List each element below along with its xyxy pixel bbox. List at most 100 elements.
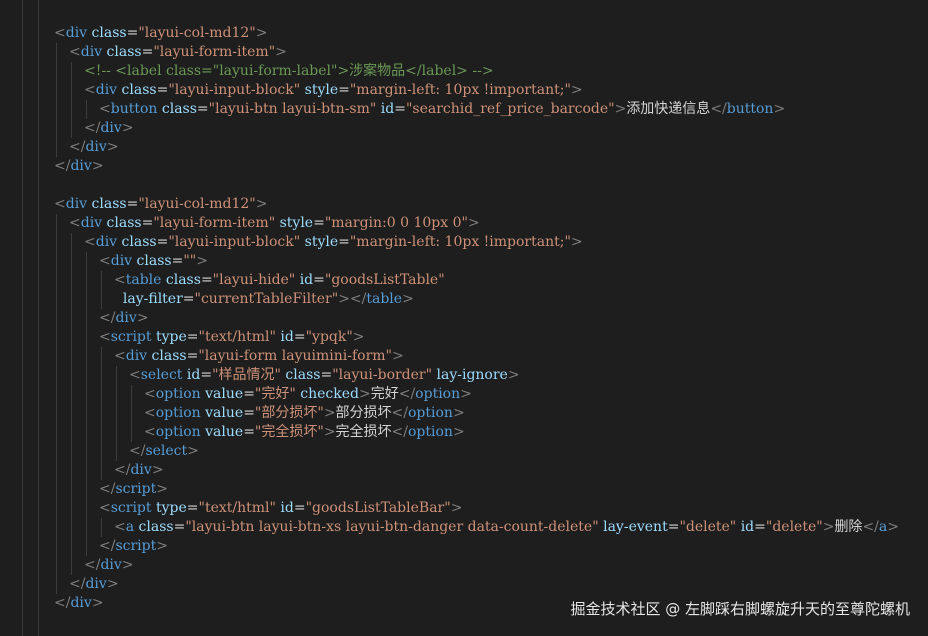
code-line[interactable]: <div class="layui-form-item"> [69, 43, 287, 62]
indent-guide [56, 442, 57, 461]
code-token-punctuation: > [614, 101, 627, 117]
code-line[interactable]: <script type="text/html" id="goodsListTa… [99, 499, 462, 518]
code-line[interactable]: </div> [114, 461, 164, 480]
indent-guide [71, 233, 72, 252]
code-line[interactable]: </div> [99, 309, 149, 328]
code-token-text: = [200, 272, 213, 288]
indent-guide [71, 366, 72, 385]
code-token-tag-name: script [110, 329, 152, 345]
code-line[interactable]: </script> [99, 537, 168, 556]
code-token-punctuation: > [151, 462, 164, 478]
code-token-tag-name: select [145, 443, 188, 459]
code-token-punctuation: > [121, 557, 134, 573]
indent-guide [86, 385, 87, 404]
code-line[interactable]: </select> [129, 442, 199, 461]
code-token-punctuation: > [187, 443, 199, 459]
code-token-punctuation: > [452, 405, 465, 421]
code-token-text: = [173, 519, 186, 535]
code-token-text: 部分损坏 [335, 405, 392, 421]
code-line[interactable]: <!-- <label class="layui-form-label">涉案物… [84, 62, 494, 81]
code-token-attribute-name: id [280, 329, 294, 345]
code-line[interactable]: </div> [54, 157, 104, 176]
code-line[interactable]: </div> [84, 556, 134, 575]
code-token-text: = [186, 329, 199, 345]
code-token-text: = [313, 272, 325, 288]
code-token-text: = [186, 500, 199, 516]
code-token-tag-name: table [366, 291, 403, 307]
code-token-punctuation: </ [54, 158, 71, 174]
indent-guide [101, 271, 102, 290]
indent-guide [86, 480, 87, 499]
code-token-attribute-name: checked [300, 386, 359, 402]
code-token-attribute-value: "layui-btn layui-btn-sm" [208, 101, 377, 117]
code-token-punctuation: < [99, 253, 111, 269]
code-token-attribute-name: style [304, 234, 339, 250]
indent-guide [56, 138, 57, 157]
code-token-punctuation: < [54, 196, 66, 212]
code-line[interactable]: <script type="text/html" id="ypqk"> [99, 328, 365, 347]
code-line[interactable]: <table class="layui-hide" id="goodsListT… [114, 271, 445, 290]
code-line[interactable]: </div> [69, 575, 119, 594]
code-line[interactable]: </div> [69, 138, 119, 157]
code-token-tag-name: div [65, 25, 88, 41]
code-token-punctuation: </ [84, 120, 101, 136]
code-line[interactable]: <div class="layui-form-item" style="marg… [69, 214, 480, 233]
code-token-text: = [196, 101, 209, 117]
indent-guide [71, 499, 72, 518]
code-token-attribute-name: class [285, 367, 321, 383]
code-token-attribute-name: lay-event [603, 519, 668, 535]
code-token-text: = [338, 82, 350, 98]
code-line[interactable]: <div class="layui-input-block" style="ma… [84, 233, 583, 252]
code-token-punctuation: > [323, 424, 336, 440]
code-line[interactable]: <a class="layui-btn layui-btn-xs layui-b… [114, 518, 899, 537]
code-line[interactable]: <div class="layui-col-md12"> [54, 195, 267, 214]
code-line[interactable]: <div class="layui-input-block" style="ma… [84, 81, 583, 100]
code-token-attribute-name: class [106, 44, 142, 60]
indent-guide [71, 81, 72, 100]
indent-guide [116, 423, 117, 442]
code-line[interactable]: </div> [54, 594, 104, 613]
code-token-attribute-value: "layui-form layuimini-form" [198, 348, 392, 364]
code-line[interactable]: <select id="样品情况" class="layui-border" l… [129, 366, 520, 385]
indent-guide [56, 575, 57, 594]
indent-guide [56, 404, 57, 423]
code-line[interactable]: <div class="layui-col-md12"> [54, 24, 267, 43]
code-token-punctuation: < [144, 405, 156, 421]
code-token-punctuation: </ [710, 101, 727, 117]
code-line[interactable]: </div> [84, 119, 134, 138]
code-token-punctuation: > [255, 25, 268, 41]
indent-guide [101, 290, 102, 309]
code-token-attribute-value: "layui-input-block" [168, 82, 301, 98]
indent-guide [71, 404, 72, 423]
code-line[interactable]: <div class="layui-form layuimini-form"> [114, 347, 404, 366]
code-token-tag-name: div [95, 234, 118, 250]
code-line[interactable]: lay-filter="currentTableFilter"></table> [114, 290, 414, 309]
indent-guide [71, 328, 72, 347]
code-token-attribute-value: "layui-border" [332, 367, 433, 383]
indent-guide [71, 537, 72, 556]
indent-guide [86, 271, 87, 290]
code-token-punctuation: </ [99, 481, 116, 497]
code-token-attribute-value: "layui-btn layui-btn-xs layui-btn-danger… [185, 519, 599, 535]
code-line[interactable]: <option value="部分损坏">部分损坏</option> [144, 404, 465, 423]
code-line[interactable]: <button class="layui-btn layui-btn-sm" i… [99, 100, 785, 119]
code-token-text: = [293, 329, 306, 345]
code-token-punctuation: </ [862, 519, 879, 535]
code-line[interactable]: <option value="完好" checked>完好</option> [144, 385, 472, 404]
code-token-tag-name: select [140, 367, 183, 383]
code-token-tag-name: div [100, 557, 122, 573]
code-token-punctuation: < [99, 500, 111, 516]
indent-guide [56, 271, 57, 290]
code-line[interactable]: </script> [99, 480, 168, 499]
code-token-punctuation: > [136, 310, 149, 326]
code-line[interactable]: <option value="完全损坏">完全损坏</option> [144, 423, 465, 442]
code-token-punctuation: </ [69, 576, 86, 592]
indent-guide [86, 366, 87, 385]
indent-guide [101, 423, 102, 442]
code-token-text: = [141, 44, 154, 60]
indent-guide [86, 461, 87, 480]
code-line[interactable]: <div class=""> [99, 252, 208, 271]
indent-guide [86, 328, 87, 347]
indent-guide [56, 556, 57, 575]
code-token-attribute-value: "margin-left: 10px !important;" [349, 234, 571, 250]
